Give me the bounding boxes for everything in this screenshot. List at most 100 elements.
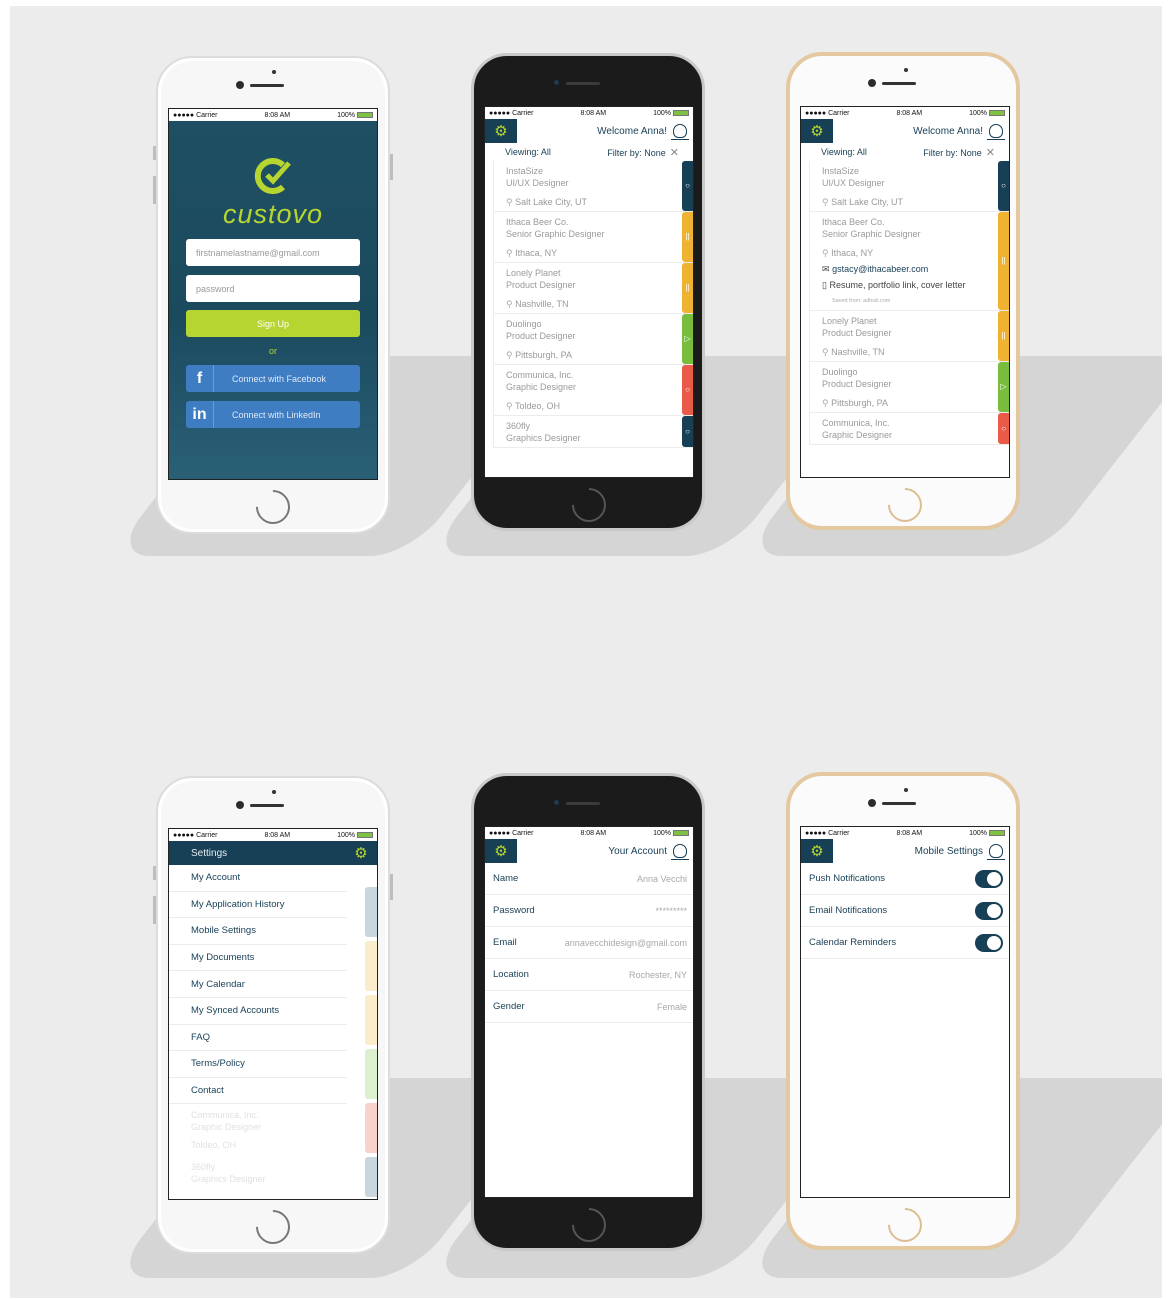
field-value[interactable]: Anna Vecchi — [637, 874, 687, 884]
status-bar: ●●●●● Carrier 8:08 AM 100% — [801, 827, 1009, 839]
status-tag[interactable]: ○ — [998, 413, 1009, 444]
contact-email[interactable]: ✉ gstacy@ithacabeer.com — [822, 263, 1009, 275]
status-tag[interactable]: || — [998, 212, 1009, 310]
background-job-ghost: Communica, Inc. Graphic Designer Toldeo, O… — [191, 1110, 262, 1150]
gear-icon[interactable]: ⚙ — [801, 839, 833, 863]
job-card[interactable]: InstaSize UI/UX Designer ⚲ Salt Lake City… — [493, 161, 693, 212]
gear-icon[interactable]: ⚙ — [801, 119, 833, 143]
status-tag[interactable]: ○ — [682, 416, 693, 447]
viewing-filter[interactable]: Viewing: All — [505, 147, 551, 157]
user-icon[interactable] — [671, 844, 689, 860]
company-name: Lonely Planet — [822, 316, 877, 326]
job-location: ⚲ Ithaca, NY — [822, 248, 874, 258]
sign-up-button[interactable]: Sign Up — [186, 310, 360, 337]
settings-menu-item[interactable]: Mobile Settings — [169, 918, 347, 945]
job-location: ⚲ Ithaca, NY — [506, 248, 558, 258]
status-tag[interactable]: ○ — [998, 161, 1009, 211]
or-divider: or — [268, 346, 277, 356]
field-value[interactable]: Rochester, NY — [629, 970, 687, 980]
settings-menu-item[interactable]: My Documents — [169, 944, 347, 972]
settings-header: Settings ⚙ — [169, 841, 377, 865]
settings-menu-item[interactable]: FAQ — [169, 1024, 347, 1052]
status-tag[interactable]: ○ — [682, 365, 693, 415]
account-screen: ●●●●● Carrier 8:08 AM 100% ⚙ Your Accoun… — [484, 826, 694, 1198]
linkedin-connect-button[interactable]: in Connect with LinkedIn — [186, 401, 360, 428]
job-card[interactable]: InstaSize UI/UX Designer ⚲ Salt Lake City… — [809, 161, 1009, 212]
account-field-row[interactable]: Name Anna Vecchi — [485, 863, 693, 895]
close-filter-icon[interactable]: ✕ — [986, 147, 995, 159]
email-input[interactable]: firstnamelastname@gmail.com — [186, 239, 360, 266]
field-value[interactable]: Female — [657, 1002, 687, 1012]
toggle-switch[interactable] — [975, 869, 1003, 888]
status-tag[interactable]: || — [998, 311, 1009, 361]
home-button[interactable] — [880, 480, 930, 530]
job-card[interactable]: 360fly Graphics Designer ○ — [493, 416, 693, 448]
status-tag[interactable]: ○ — [682, 161, 693, 211]
settings-menu-item[interactable]: Terms/Policy — [169, 1051, 347, 1078]
status-tag[interactable]: || — [682, 212, 693, 262]
filter-by[interactable]: Filter by: None ✕ — [607, 146, 679, 159]
company-name: InstaSize — [506, 166, 544, 176]
job-card[interactable]: Duolingo Product Designer ⚲ Pittsburgh, P… — [809, 362, 1009, 413]
pin-icon: ⚲ — [822, 248, 829, 258]
gear-icon[interactable]: ⚙ — [345, 841, 377, 865]
attached-documents[interactable]: ▯ Resume, portfolio link, cover letter — [822, 279, 1009, 291]
field-value[interactable]: annavecchidesign@gmail.com — [565, 938, 687, 948]
job-card[interactable]: Duolingo Product Designer ⚲ Pittsburgh, P… — [493, 314, 693, 365]
account-field-row[interactable]: Gender Female — [485, 991, 693, 1023]
job-card[interactable]: Communica, Inc. Graphic Designer ⚲ Toldeo… — [493, 365, 693, 416]
user-icon[interactable] — [987, 844, 1005, 860]
status-bar: ●●●●● Carrier 8:08 AM 100% — [169, 109, 377, 121]
close-filter-icon[interactable]: ✕ — [670, 147, 679, 159]
pin-icon: ⚲ — [822, 398, 829, 408]
account-field-row[interactable]: Password ********* — [485, 895, 693, 927]
battery-icon — [988, 110, 1005, 116]
viewing-filter[interactable]: Viewing: All — [821, 147, 867, 157]
job-detail-screen: ●●●●● Carrier 8:08 AM 100% ⚙ Welcome Ann… — [800, 106, 1010, 478]
home-button[interactable] — [564, 480, 614, 530]
facebook-connect-button[interactable]: f Connect with Facebook — [186, 365, 360, 392]
phone-mobile-settings: ●●●●● Carrier 8:08 AM 100% ⚙ Mobile Sett… — [786, 772, 1020, 1250]
home-button[interactable] — [564, 1200, 614, 1250]
job-role: Product Designer — [822, 379, 892, 389]
home-button[interactable] — [248, 482, 298, 532]
job-list: InstaSize UI/UX Designer ⚲ Salt Lake City… — [801, 161, 1009, 445]
job-card[interactable]: Ithaca Beer Co. Senior Graphic Designer ⚲… — [493, 212, 693, 263]
toggle-switch[interactable] — [975, 933, 1003, 952]
status-bar: ●●●●● Carrier 8:08 AM 100% — [169, 829, 377, 841]
setting-toggle-row: Push Notifications — [801, 863, 1009, 895]
filter-by[interactable]: Filter by: None ✕ — [923, 146, 995, 159]
job-role: Product Designer — [506, 280, 576, 290]
status-tag[interactable]: ▷ — [682, 314, 693, 364]
home-button[interactable] — [248, 1202, 298, 1252]
settings-menu-item[interactable]: My Account — [169, 865, 347, 892]
user-icon[interactable] — [671, 124, 689, 140]
gear-icon[interactable]: ⚙ — [485, 839, 517, 863]
password-input[interactable]: password — [186, 275, 360, 302]
account-field-row[interactable]: Location Rochester, NY — [485, 959, 693, 991]
user-icon[interactable] — [987, 124, 1005, 140]
speaker — [882, 802, 916, 805]
field-value[interactable]: ********* — [655, 906, 687, 916]
job-card[interactable]: Ithaca Beer Co. Senior Graphic Designer ⚲… — [809, 212, 1009, 311]
status-tag[interactable]: ▷ — [998, 362, 1009, 412]
settings-menu-item[interactable]: Contact — [169, 1077, 347, 1105]
speaker — [882, 82, 916, 85]
camera — [554, 800, 559, 805]
pin-icon: ⚲ — [506, 248, 513, 258]
settings-menu-item[interactable]: My Synced Accounts — [169, 997, 347, 1025]
job-role: Graphic Designer — [506, 382, 577, 392]
job-list: InstaSize UI/UX Designer ⚲ Salt Lake City… — [485, 161, 693, 448]
job-card[interactable]: Lonely Planet Product Designer ⚲ Nashvill… — [809, 311, 1009, 362]
sensor-dot — [904, 788, 908, 792]
settings-menu-item[interactable]: My Application History — [169, 891, 347, 919]
settings-menu-item[interactable]: My Calendar — [169, 971, 347, 998]
status-tag[interactable]: || — [682, 263, 693, 313]
account-field-row[interactable]: Email annavecchidesign@gmail.com — [485, 927, 693, 959]
home-button[interactable] — [880, 1200, 930, 1250]
clock: 8:08 AM — [264, 111, 291, 119]
toggle-switch[interactable] — [975, 901, 1003, 920]
gear-icon[interactable]: ⚙ — [485, 119, 517, 143]
job-card[interactable]: Lonely Planet Product Designer ⚲ Nashvill… — [493, 263, 693, 314]
job-card[interactable]: Communica, Inc. Graphic Designer ○ — [809, 413, 1009, 445]
